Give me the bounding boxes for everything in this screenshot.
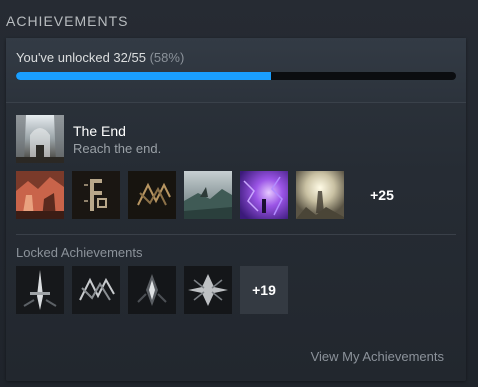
divider	[16, 234, 456, 235]
view-my-achievements-link[interactable]: View My Achievements	[311, 349, 444, 364]
gold-glyph-icon[interactable]	[72, 171, 120, 219]
unlocked-achievements-row: +25	[16, 171, 412, 219]
ship-landscape-icon[interactable]	[184, 171, 232, 219]
light-figure-icon[interactable]	[296, 171, 344, 219]
unlocked-more-count[interactable]: +25	[352, 171, 412, 219]
locked-rune-icon[interactable]	[72, 266, 120, 314]
locked-burst-icon[interactable]	[184, 266, 232, 314]
locked-achievements-row: +19	[16, 266, 288, 314]
progress-text: You've unlocked 32/55 (58%)	[16, 50, 184, 65]
progress-percent: (58%)	[149, 50, 185, 65]
latest-achievement-description: Reach the end.	[73, 141, 162, 156]
progress-area: You've unlocked 32/55 (58%)	[6, 38, 466, 103]
progress-bar	[16, 72, 456, 80]
progress-prefix: You've unlocked	[16, 50, 114, 65]
progress-bar-fill	[16, 72, 272, 80]
purple-portal-icon[interactable]	[240, 171, 288, 219]
locked-achievements-title: Locked Achievements	[16, 245, 143, 260]
achievements-panel: You've unlocked 32/55 (58%) The End Reac…	[6, 38, 466, 381]
gold-rune-icon[interactable]	[128, 171, 176, 219]
ruins-red-icon[interactable]	[16, 171, 64, 219]
cathedral-icon	[16, 115, 64, 163]
locked-sword-icon[interactable]	[16, 266, 64, 314]
locked-spirit-icon[interactable]	[128, 266, 176, 314]
section-title: ACHIEVEMENTS	[6, 13, 129, 29]
progress-count: 32/55	[113, 50, 146, 65]
locked-more-count[interactable]: +19	[240, 266, 288, 314]
latest-achievement-name: The End	[73, 123, 126, 139]
